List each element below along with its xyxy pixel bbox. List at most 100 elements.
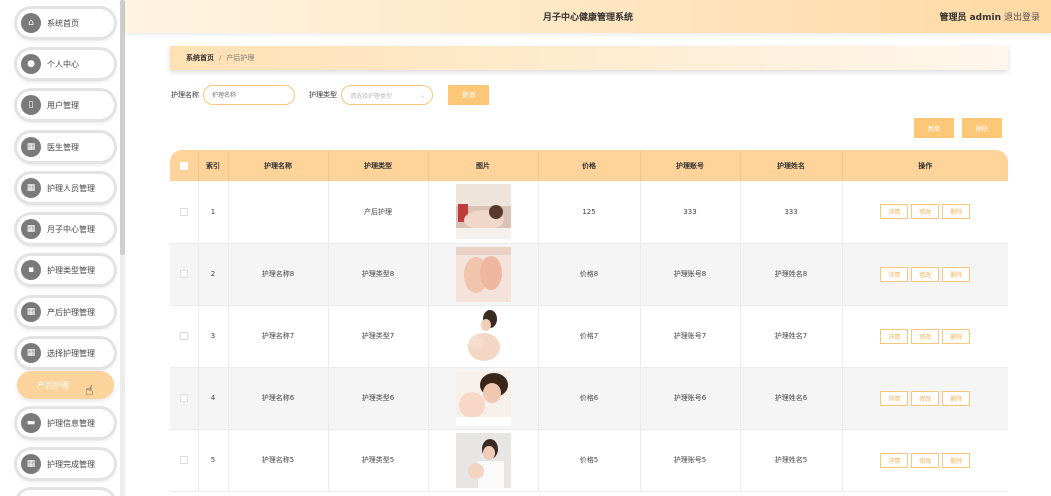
sidebar-item-care-info[interactable]: ▬ 护理信息管理 [17, 409, 114, 437]
sidebar-item-users[interactable]: ▯ 用户管理 [17, 91, 114, 119]
cell-price: 价格7 [538, 305, 641, 368]
detail-button[interactable]: 详情 [880, 266, 909, 282]
cell-index: 3 [198, 305, 229, 368]
care-name-label: 护理名称 [171, 91, 199, 99]
grid-icon: ▦ [21, 178, 41, 198]
phone-icon: ▯ [21, 95, 41, 115]
chat-icon: ▪ [21, 260, 41, 280]
edit-button[interactable]: 修改 [911, 452, 940, 468]
data-table: 索引 护理名称 护理类型 图片 价格 护理账号 护理姓名 操作 1 产后护理 1… [170, 150, 1008, 496]
col-care-name: 护理名称 [228, 150, 329, 181]
app-root: ⌂ 系统首页 ● 个人中心 ▯ 用户管理 ▦ 医生管理 ▦ 护理人员管理 ▦ 月… [0, 0, 1051, 496]
sidebar-item-label: 个人中心 [47, 59, 79, 69]
row-delete-button[interactable]: 删除 [942, 204, 971, 220]
grid-icon: ▦ [21, 454, 41, 474]
cell-nurse-name: 护理姓名7 [740, 305, 843, 368]
sidebar-item-postpartum-mgmt[interactable]: ▦ 产后护理管理 [17, 298, 114, 326]
cell-nurse-name: 护理姓名5 [740, 429, 843, 492]
sidebar-item-select-care[interactable]: ▦ 选择护理管理 [17, 339, 114, 367]
chevron-down-icon: ⌄ [419, 91, 425, 99]
sidebar-item-label: 产后护理管理 [47, 307, 95, 317]
sidebar-item-label: 系统首页 [47, 18, 79, 28]
app-title: 月子中心健康管理系统 [542, 13, 633, 23]
sidebar-item-partial[interactable] [17, 490, 114, 496]
sidebar-item-centers[interactable]: ▦ 月子中心管理 [17, 215, 114, 243]
table-row: 3 护理名称7 护理类型7 价格7 护理账号7 护理姓名7 详情 修改 删除 [170, 305, 1008, 368]
col-care-type: 护理类型 [328, 150, 429, 181]
sidebar-item-doctors[interactable]: ▦ 医生管理 [17, 133, 114, 161]
cell-index: 4 [198, 367, 229, 430]
edit-button[interactable]: 修改 [911, 390, 940, 406]
logout-link[interactable]: 退出登录 [1004, 10, 1040, 23]
sidebar-item-care-types[interactable]: ▪ 护理类型管理 [17, 256, 114, 284]
sidebar-item-label: 月子中心管理 [47, 224, 95, 234]
row-checkbox[interactable] [170, 305, 199, 368]
row-checkbox[interactable] [170, 243, 199, 306]
table-row: 1 产后护理 125 333 333 详情 修改 删除 [170, 181, 1008, 244]
home-icon: ⌂ [21, 13, 41, 33]
detail-button[interactable]: 详情 [880, 328, 909, 344]
sidebar-item-postpartum[interactable]: 产后护理 [17, 371, 114, 399]
cell-care-name: 护理名称6 [228, 367, 329, 430]
cell-actions: 详情 修改 删除 [842, 367, 1008, 430]
sidebar-item-profile[interactable]: ● 个人中心 [17, 50, 114, 78]
mother-baby-smile-photo [455, 370, 511, 426]
cell-index: 2 [198, 243, 229, 306]
sidebar-item-label: 护理人员管理 [47, 183, 95, 193]
sidebar-item-care-complete[interactable]: ▦ 护理完成管理 [17, 450, 114, 478]
mother-baby-photo [455, 308, 511, 364]
sidebar-item-home[interactable]: ⌂ 系统首页 [17, 9, 114, 37]
cell-nurse-name: 护理姓名8 [740, 243, 843, 306]
sidebar-item-label: 护理完成管理 [47, 459, 95, 469]
cell-price: 价格6 [538, 367, 641, 430]
cell-care-name: 护理名称5 [228, 429, 329, 492]
sidebar-scrollbar-thumb[interactable] [120, 0, 125, 255]
table-row: 4 护理名称6 护理类型6 价格6 护理账号6 护理姓名6 详情 修改 删除 [170, 367, 1008, 430]
cell-actions: 详情 修改 删除 [842, 305, 1008, 368]
select-all-checkbox[interactable] [170, 150, 199, 181]
cell-image [428, 429, 539, 492]
cell-care-name: 护理名称7 [228, 305, 329, 368]
row-delete-button[interactable]: 删除 [942, 452, 971, 468]
mother-holding-baby-photo [455, 432, 511, 488]
search-bar: 护理名称 护理类型 请选择护理类型 ⌄ 查询 [171, 85, 489, 105]
care-name-input[interactable] [203, 85, 295, 105]
breadcrumb-home[interactable]: 系统首页 [186, 53, 214, 63]
cell-account: 333 [640, 181, 741, 244]
cell-actions: 详情 修改 删除 [842, 243, 1008, 306]
col-price: 价格 [538, 150, 641, 181]
sidebar-item-nurses[interactable]: ▦ 护理人员管理 [17, 174, 114, 202]
cell-care-type: 护理类型8 [328, 243, 429, 306]
table-row: 2 护理名称8 护理类型8 价格8 护理账号8 护理姓名8 详情 修改 删除 [170, 243, 1008, 306]
cell-price: 价格5 [538, 429, 641, 492]
row-checkbox[interactable] [170, 429, 199, 492]
detail-button[interactable]: 详情 [880, 452, 909, 468]
detail-button[interactable]: 详情 [880, 390, 909, 406]
grid-icon: ▦ [21, 137, 41, 157]
row-checkbox[interactable] [170, 181, 199, 244]
add-button[interactable]: 新增 [914, 118, 954, 138]
detail-button[interactable]: 详情 [880, 204, 909, 220]
cell-care-type: 产后护理 [328, 181, 429, 244]
cell-account: 护理账号8 [640, 243, 741, 306]
grid-icon: ▦ [21, 302, 41, 322]
col-actions: 操作 [918, 161, 933, 170]
row-delete-button[interactable]: 删除 [942, 390, 971, 406]
cell-image [428, 243, 539, 306]
cell-nurse-name: 护理姓名6 [740, 367, 843, 430]
row-checkbox[interactable] [170, 367, 199, 430]
cell-index: 5 [198, 429, 229, 492]
delete-button[interactable]: 删除 [962, 118, 1002, 138]
row-delete-button[interactable]: 删除 [942, 328, 971, 344]
cell-actions: 详情 修改 删除 [842, 181, 1008, 244]
cell-actions: 详情 修改 删除 [842, 429, 1008, 492]
care-type-select[interactable]: 请选择护理类型 ⌄ [341, 85, 433, 105]
edit-button[interactable]: 修改 [911, 328, 940, 344]
row-delete-button[interactable]: 删除 [942, 266, 971, 282]
edit-button[interactable]: 修改 [911, 266, 940, 282]
edit-button[interactable]: 修改 [911, 204, 940, 220]
sidebar-item-label: 护理信息管理 [47, 418, 95, 428]
query-button[interactable]: 查询 [448, 85, 489, 105]
breadcrumb: 系统首页 / 产后护理 [170, 46, 1008, 70]
col-account: 护理账号 [640, 150, 741, 181]
